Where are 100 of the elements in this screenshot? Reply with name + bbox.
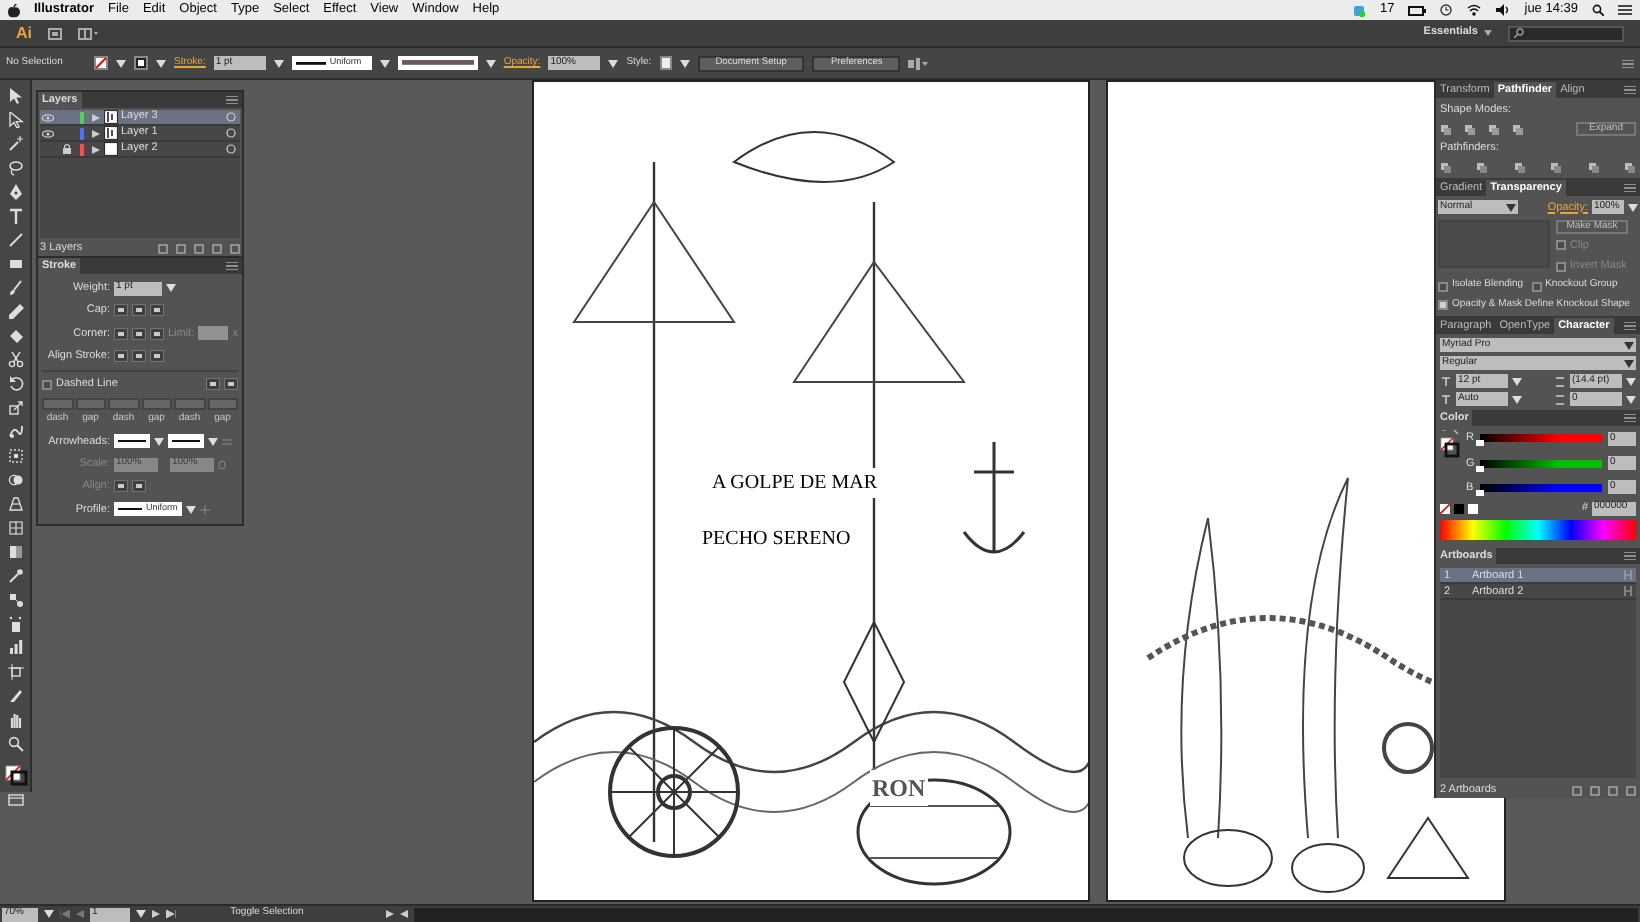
dash-field[interactable]: [141, 398, 172, 411]
battery-icon[interactable]: [1408, 5, 1427, 15]
new-layer-icon[interactable]: [212, 243, 222, 253]
window-icon[interactable]: [48, 27, 62, 39]
rotate-icon[interactable]: [7, 376, 23, 392]
caret-icon[interactable]: [1628, 203, 1638, 212]
checkbox[interactable]: [42, 379, 52, 390]
caret-icon[interactable]: [166, 284, 176, 293]
bevel-join-icon[interactable]: [150, 327, 164, 340]
color-spectrum[interactable]: [1440, 520, 1636, 541]
slider-track[interactable]: [1480, 434, 1602, 443]
caret-icon[interactable]: [273, 59, 284, 67]
caret-icon[interactable]: [379, 59, 390, 67]
caret-icon[interactable]: [154, 437, 164, 446]
none-swatch-icon[interactable]: [1440, 503, 1450, 514]
round-cap-icon[interactable]: [132, 304, 146, 317]
align-inside-icon[interactable]: [132, 349, 146, 362]
exclude-icon[interactable]: [1512, 123, 1524, 136]
blend-icon[interactable]: [7, 592, 23, 608]
divide-icon[interactable]: [1440, 161, 1452, 173]
fill-stroke-icon[interactable]: [1440, 430, 1460, 459]
last-page-icon[interactable]: [166, 910, 176, 918]
scissors-icon[interactable]: [7, 352, 23, 368]
round-join-icon[interactable]: [132, 327, 146, 340]
align-center-icon[interactable]: [114, 349, 128, 362]
trim-icon[interactable]: [1476, 161, 1489, 173]
pen-icon[interactable]: [7, 184, 23, 200]
dash-align-icon[interactable]: [224, 378, 238, 391]
caret-icon[interactable]: [1484, 30, 1492, 36]
search-field[interactable]: [1508, 25, 1624, 41]
scroll-left-icon[interactable]: [400, 910, 408, 918]
caret-icon[interactable]: [186, 505, 196, 514]
checkbox[interactable]: [1438, 300, 1448, 310]
outline-icon[interactable]: [1587, 161, 1600, 173]
status-arrow-icon[interactable]: [386, 910, 394, 918]
slider-thumb[interactable]: [1476, 440, 1484, 447]
eye-icon[interactable]: [42, 129, 54, 137]
caret-icon[interactable]: [485, 59, 496, 67]
arrow-end-icon[interactable]: [132, 480, 146, 493]
brush-icon[interactable]: [7, 280, 23, 296]
slider-track[interactable]: [1480, 483, 1602, 492]
caret-icon[interactable]: [116, 59, 126, 67]
move-down-icon[interactable]: [1590, 785, 1600, 795]
wand-icon[interactable]: [7, 136, 23, 152]
caret-icon[interactable]: [679, 59, 690, 67]
dash-field[interactable]: [75, 398, 106, 411]
eyedropper-icon[interactable]: [7, 568, 23, 584]
minus-back-icon[interactable]: [1623, 161, 1636, 173]
style-swatch-icon[interactable]: [659, 56, 672, 70]
previous-page-icon[interactable]: [76, 910, 84, 918]
trash-icon[interactable]: [1626, 785, 1636, 795]
caret-icon[interactable]: [1506, 203, 1516, 212]
arrowhead-dropdown[interactable]: [168, 434, 204, 449]
dash-field[interactable]: [207, 398, 238, 411]
panel-menu-icon[interactable]: [1622, 59, 1634, 67]
rectangle-icon[interactable]: [7, 256, 23, 272]
slider-thumb[interactable]: [1476, 489, 1484, 496]
dash-field[interactable]: [108, 398, 139, 411]
miter-join-icon[interactable]: [114, 327, 128, 340]
lasso-icon[interactable]: [7, 160, 23, 176]
shape-builder-icon[interactable]: [7, 472, 23, 488]
checkbox[interactable]: [1438, 281, 1448, 291]
speaker-icon[interactable]: [1496, 4, 1511, 16]
panel-menu-icon[interactable]: [1624, 86, 1636, 94]
empty-swatch-icon[interactable]: [1468, 503, 1478, 514]
slider-track[interactable]: [1480, 459, 1602, 468]
perspective-icon[interactable]: [7, 496, 23, 512]
dash-field[interactable]: [174, 398, 205, 411]
scale-icon[interactable]: [7, 400, 23, 416]
limit-field[interactable]: [198, 326, 229, 341]
horizontal-scrollbar[interactable]: [414, 907, 1638, 921]
arrange-icon[interactable]: [78, 27, 98, 39]
arrowhead-dropdown[interactable]: [114, 434, 150, 449]
eraser-icon[interactable]: [7, 328, 23, 344]
panel-menu-icon[interactable]: [226, 262, 238, 270]
trash-icon[interactable]: [230, 243, 240, 253]
panel-menu-icon[interactable]: [1624, 322, 1636, 331]
caret-icon[interactable]: [44, 910, 54, 918]
type-icon[interactable]: [7, 208, 23, 224]
intersect-icon[interactable]: [1488, 123, 1500, 136]
filled-swatch-icon[interactable]: [1454, 503, 1464, 514]
mesh-icon[interactable]: [7, 520, 23, 536]
caret-icon[interactable]: [608, 59, 619, 67]
panel-menu-icon[interactable]: [1624, 183, 1636, 191]
line-icon[interactable]: [7, 232, 23, 248]
screen-mode-icon[interactable]: [7, 794, 23, 806]
make-clip-icon[interactable]: [176, 243, 186, 253]
fill-swatch-icon[interactable]: [94, 56, 108, 70]
dash-exact-icon[interactable]: [206, 378, 220, 391]
artboard-options-icon[interactable]: [1624, 586, 1632, 597]
checkbox[interactable]: [1556, 261, 1566, 272]
move-up-icon[interactable]: [1572, 785, 1582, 795]
bar-graph-icon[interactable]: [7, 640, 23, 656]
arrow-tip-icon[interactable]: [114, 480, 128, 493]
lock-icon[interactable]: [62, 144, 72, 154]
list-icon[interactable]: [1618, 4, 1632, 16]
fill-stroke-icon[interactable]: [3, 764, 27, 786]
align-options-icon[interactable]: [908, 57, 929, 69]
minus-front-icon[interactable]: [1464, 123, 1476, 136]
clock-icon[interactable]: [1440, 4, 1453, 16]
